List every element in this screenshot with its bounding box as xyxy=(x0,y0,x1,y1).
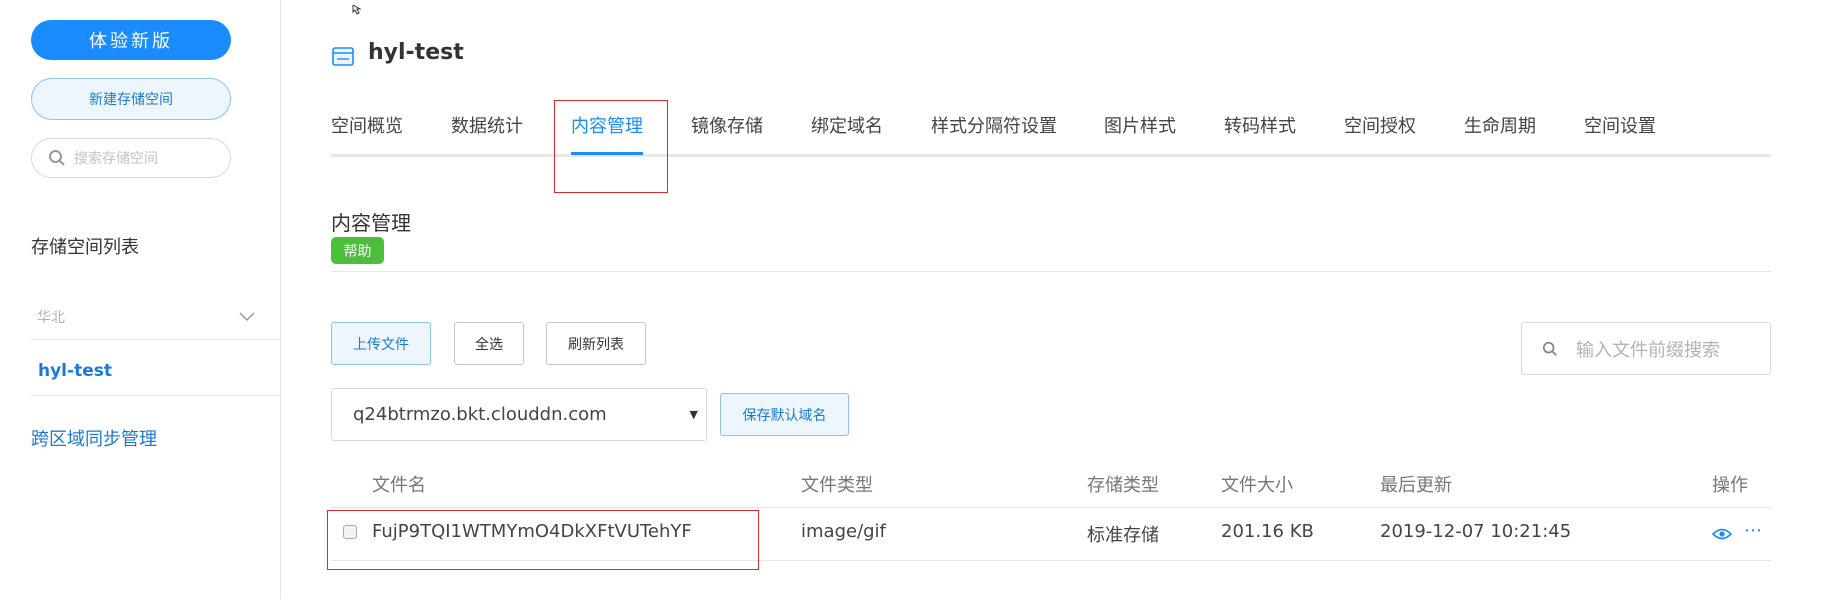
tab-transcode-style[interactable]: 转码样式 xyxy=(1224,112,1296,138)
file-search-placeholder: 输入文件前缀搜索 xyxy=(1576,339,1720,361)
cross-region-sync-link[interactable]: 跨区域同步管理 xyxy=(31,425,157,451)
row-highlight-box xyxy=(327,510,759,570)
region-label: 华北 xyxy=(37,309,65,326)
column-header-storage-type: 存储类型 xyxy=(1087,475,1159,496)
domain-select[interactable]: q24btrmzo.bkt.clouddn.com ▼ xyxy=(331,388,707,441)
bucket-search-placeholder: 搜索存储空间 xyxy=(74,151,158,167)
tab-overview[interactable]: 空间概览 xyxy=(331,112,403,138)
dropdown-arrow-icon: ▼ xyxy=(689,408,698,421)
file-size-cell: 201.16 KB xyxy=(1221,521,1314,542)
column-header-file-size: 文件大小 xyxy=(1221,475,1293,496)
tab-lifecycle[interactable]: 生命周期 xyxy=(1464,112,1536,138)
section-divider xyxy=(331,271,1771,272)
bucket-icon xyxy=(331,44,355,72)
column-header-filename: 文件名 xyxy=(372,475,426,496)
mouse-cursor-icon xyxy=(352,0,366,19)
tab-highlight-box xyxy=(554,100,668,193)
tab-space-authorization[interactable]: 空间授权 xyxy=(1344,112,1416,138)
upload-file-button[interactable]: 上传文件 xyxy=(331,322,431,365)
help-badge[interactable]: 帮助 xyxy=(331,237,384,264)
table-header-divider xyxy=(331,507,1771,508)
sidebar-item-hyl-test[interactable]: hyl-test xyxy=(31,346,281,396)
region-group-toggle[interactable]: 华北 xyxy=(31,294,281,340)
create-bucket-button[interactable]: 新建存储空间 xyxy=(31,78,231,120)
bucket-list-title: 存储空间列表 xyxy=(31,237,139,258)
domain-select-value: q24btrmzo.bkt.clouddn.com xyxy=(353,404,607,425)
section-title: 内容管理 xyxy=(331,211,411,235)
tab-statistics[interactable]: 数据统计 xyxy=(451,112,523,138)
file-type-cell: image/gif xyxy=(801,521,886,542)
tab-space-settings[interactable]: 空间设置 xyxy=(1584,112,1656,138)
more-icon[interactable]: ⋯ xyxy=(1744,520,1763,541)
last-updated-cell: 2019-12-07 10:21:45 xyxy=(1380,521,1572,542)
search-icon xyxy=(49,150,65,166)
eye-icon[interactable] xyxy=(1711,526,1733,545)
storage-type-cell: 标准存储 xyxy=(1087,525,1159,546)
try-new-version-button[interactable]: 体验新版 xyxy=(31,20,231,60)
tab-bar: 空间概览 数据统计 内容管理 镜像存储 绑定域名 样式分隔符设置 图片样式 转码… xyxy=(331,100,1771,157)
save-default-domain-button[interactable]: 保存默认域名 xyxy=(720,393,849,436)
tab-bind-domain[interactable]: 绑定域名 xyxy=(811,112,883,138)
refresh-list-button[interactable]: 刷新列表 xyxy=(546,322,646,365)
page-title: hyl-test xyxy=(368,40,464,65)
column-header-actions: 操作 xyxy=(1712,475,1748,496)
tab-image-style[interactable]: 图片样式 xyxy=(1104,112,1176,138)
tab-mirror-storage[interactable]: 镜像存储 xyxy=(691,112,763,138)
column-header-filetype: 文件类型 xyxy=(801,475,873,496)
search-icon xyxy=(1542,341,1557,356)
select-all-button[interactable]: 全选 xyxy=(454,322,524,365)
bucket-search-input[interactable]: 搜索存储空间 xyxy=(31,138,231,178)
tab-style-separator[interactable]: 样式分隔符设置 xyxy=(931,112,1057,138)
file-prefix-search-input[interactable]: 输入文件前缀搜索 xyxy=(1521,322,1771,375)
chevron-down-icon xyxy=(239,311,255,321)
column-header-last-updated: 最后更新 xyxy=(1380,475,1452,496)
